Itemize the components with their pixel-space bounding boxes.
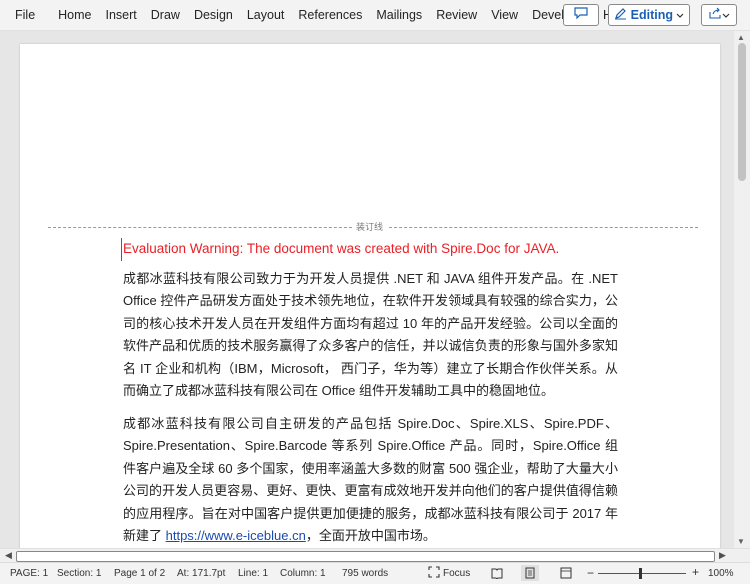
status-position: At: 171.7pt (177, 568, 226, 579)
paragraph-2-text: 成都冰蓝科技有限公司自主研发的产品包括 Spire.Doc、Spire.XLS、… (123, 415, 618, 544)
chevron-down-icon (676, 8, 684, 22)
menu-view[interactable]: View (484, 0, 525, 30)
menu-design[interactable]: Design (187, 0, 240, 30)
ribbon-menu-bar: File Home Insert Draw Design Layout Refe… (0, 0, 750, 31)
scroll-right-icon[interactable]: ▶ (719, 550, 726, 561)
zoom-out-button[interactable]: − (587, 566, 594, 580)
print-layout-icon[interactable] (521, 565, 539, 581)
document-page[interactable]: 装订线 Evaluation Warning: The document was… (20, 44, 720, 559)
share-button[interactable] (701, 4, 737, 26)
zoom-slider[interactable] (598, 573, 686, 574)
focus-button[interactable]: Focus (443, 568, 470, 579)
horizontal-scroll-thumb[interactable] (16, 551, 715, 562)
comment-icon (574, 6, 588, 24)
menu-insert[interactable]: Insert (99, 0, 144, 30)
paragraph-2-end: ，全面开放中国市场。 (305, 528, 436, 543)
vertical-scrollbar[interactable]: ▲ ▼ (734, 31, 750, 548)
zoom-in-button[interactable]: + (692, 565, 699, 579)
vertical-scroll-thumb[interactable] (738, 43, 746, 181)
scroll-up-icon[interactable]: ▲ (737, 33, 745, 42)
pencil-icon (614, 7, 627, 23)
horizontal-scrollbar[interactable]: ◀ ▶ (0, 548, 750, 563)
status-column: Column: 1 (280, 568, 326, 579)
editing-label: Editing (630, 8, 673, 22)
menu-home[interactable]: Home (51, 0, 98, 30)
document-body[interactable]: Evaluation Warning: The document was cre… (121, 238, 618, 558)
status-bar: PAGE: 1 Section: 1 Page 1 of 2 At: 171.7… (0, 562, 750, 584)
menu-references[interactable]: References (291, 0, 369, 30)
chevron-down-icon (722, 6, 730, 24)
zoom-level[interactable]: 100% (708, 568, 734, 579)
menu-review[interactable]: Review (429, 0, 484, 30)
share-icon (708, 6, 722, 24)
menu-file[interactable]: File (0, 0, 51, 30)
menu-draw[interactable]: Draw (144, 0, 187, 30)
web-layout-icon[interactable] (557, 565, 575, 581)
status-word-count[interactable]: 795 words (342, 568, 388, 579)
website-link[interactable]: https://www.e-iceblue.cn (166, 528, 306, 543)
editing-mode-button[interactable]: Editing (607, 4, 690, 26)
scroll-down-icon[interactable]: ▼ (737, 537, 745, 546)
status-page: PAGE: 1 (10, 568, 49, 579)
status-page-of[interactable]: Page 1 of 2 (114, 568, 165, 579)
ribbon-actions: Editing (562, 0, 750, 30)
comment-button[interactable] (562, 4, 599, 26)
read-mode-icon[interactable] (488, 565, 506, 581)
menu-mailings[interactable]: Mailings (369, 0, 429, 30)
scroll-left-icon[interactable]: ◀ (5, 550, 12, 561)
menu-layout[interactable]: Layout (240, 0, 292, 30)
paragraph-1: 成都冰蓝科技有限公司致力于为开发人员提供 .NET 和 JAVA 组件开发产品。… (123, 270, 618, 399)
evaluation-warning: Evaluation Warning: The document was cre… (121, 238, 618, 261)
paragraph-2: 成都冰蓝科技有限公司自主研发的产品包括 Spire.Doc、Spire.XLS、… (123, 413, 618, 548)
status-section: Section: 1 (57, 568, 102, 579)
zoom-slider-handle[interactable] (639, 568, 642, 579)
focus-icon[interactable] (428, 566, 440, 581)
status-line: Line: 1 (238, 568, 269, 579)
binding-label: 装订线 (352, 220, 388, 233)
